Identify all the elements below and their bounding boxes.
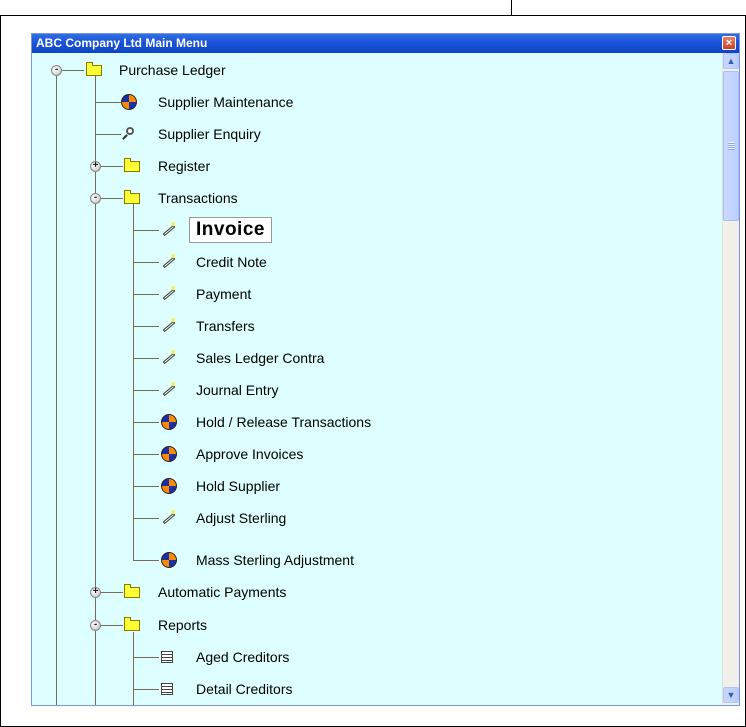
window-titlebar[interactable]: ABC Company Ltd Main Menu [32, 34, 739, 53]
folder-icon [124, 617, 140, 631]
expand-icon[interactable]: + [90, 587, 101, 598]
tree-item-label: Payment [196, 286, 252, 302]
tree-node-label: Reports [158, 617, 208, 633]
close-button[interactable]: × [722, 36, 736, 50]
tree-line [133, 230, 159, 231]
tree-line [95, 102, 121, 103]
page-frame-top [0, 0, 512, 16]
tree-line [133, 390, 159, 391]
folder-icon [124, 158, 140, 172]
tree-item-label: Mass Sterling Adjustment [196, 552, 354, 568]
folder-icon [124, 584, 140, 598]
scroll-up-button[interactable]: ▲ [723, 53, 739, 69]
tree-line [133, 294, 159, 295]
pencil-icon [159, 318, 177, 334]
tree-line [56, 70, 57, 705]
tree-line [100, 625, 123, 626]
tree-line [133, 326, 159, 327]
tree-line [133, 358, 159, 359]
globe-icon [161, 414, 177, 430]
tree-node-label: Supplier Maintenance [158, 94, 294, 110]
tree-line [95, 134, 121, 135]
globe-icon [121, 94, 137, 110]
collapse-icon[interactable]: - [90, 193, 101, 204]
scroll-down-button[interactable]: ▼ [723, 687, 739, 703]
tree-node-label: Purchase Ledger [119, 62, 226, 78]
collapse-icon[interactable]: - [90, 620, 101, 631]
folder-icon [124, 190, 140, 204]
tree-item-label: Invoice [189, 217, 272, 243]
expand-icon[interactable]: + [90, 161, 101, 172]
tree-line [61, 70, 84, 71]
tree-line [133, 454, 159, 455]
tree-line [133, 518, 159, 519]
globe-icon [161, 446, 177, 462]
pencil-icon [159, 222, 177, 238]
pencil-icon [159, 382, 177, 398]
magnifier-icon [121, 126, 137, 142]
tree-line [100, 166, 123, 167]
tree-line [133, 262, 159, 263]
tree-line [133, 422, 159, 423]
pencil-icon [159, 510, 177, 526]
tree-item-label: Transfers [196, 318, 255, 334]
tree-item-label: Credit Note [196, 254, 267, 270]
tree-item-label: Sales Ledger Contra [196, 350, 325, 366]
tree-line [133, 632, 134, 705]
tree-item-label: Detail Creditors [196, 681, 293, 697]
pencil-icon [159, 254, 177, 270]
tree-node-label: Transactions [158, 190, 238, 206]
tree-line [100, 592, 123, 593]
tree-item-label: Approve Invoices [196, 446, 304, 462]
tree-line [133, 657, 159, 658]
tree-item-label: Hold Supplier [196, 478, 281, 494]
tree-node-label: Register [158, 158, 211, 174]
main-menu-window: ABC Company Ltd Main Menu × - Purchase L… [31, 33, 740, 706]
report-icon [161, 651, 173, 663]
menu-tree: - Purchase Ledger Supplier Maintenance S… [32, 53, 722, 705]
globe-icon [161, 478, 177, 494]
globe-icon [161, 552, 177, 568]
tree-item-label: Journal Entry [196, 382, 279, 398]
tree-line [100, 198, 123, 199]
scroll-thumb[interactable] [723, 71, 739, 221]
tree-line [133, 486, 159, 487]
folder-icon [86, 62, 102, 76]
tree-line [133, 689, 159, 690]
pencil-icon [159, 350, 177, 366]
tree-item-label: Hold / Release Transactions [196, 414, 372, 430]
report-icon [161, 683, 173, 695]
tree-item-label: Aged Creditors [196, 649, 290, 665]
tree-node-label: Automatic Payments [158, 584, 287, 600]
tree-line [133, 203, 134, 561]
tree-item-label: Adjust Sterling [196, 510, 287, 526]
scroll-grip-icon [728, 142, 735, 150]
tree-node-label: Supplier Enquiry [158, 126, 261, 142]
tree-line [133, 560, 159, 561]
collapse-icon[interactable]: - [51, 65, 62, 76]
pencil-icon [159, 286, 177, 302]
vertical-scrollbar[interactable]: ▲ ▼ [722, 53, 739, 705]
window-title: ABC Company Ltd Main Menu [36, 36, 208, 50]
